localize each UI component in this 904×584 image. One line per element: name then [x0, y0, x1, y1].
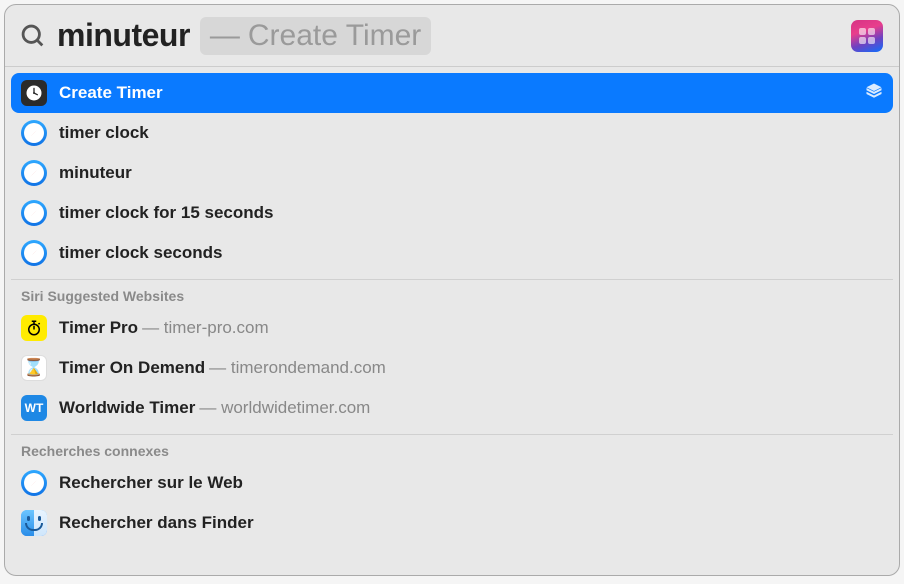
search-icon: [19, 22, 47, 50]
result-safari-suggestion[interactable]: minuteur: [11, 153, 893, 193]
safari-icon: [21, 240, 47, 266]
section-heading-siri: Siri Suggested Websites: [11, 279, 893, 308]
result-url: — timer-pro.com: [142, 318, 269, 338]
search-completion-text: Create Timer: [248, 19, 421, 53]
finder-icon: [21, 510, 47, 536]
result-title: Timer On Demend: [59, 358, 205, 378]
results-list: Create Timer timer clock minuteur: [5, 67, 899, 575]
result-website[interactable]: WT Worldwide Timer — worldwidetimer.com: [11, 388, 893, 428]
result-safari-suggestion[interactable]: timer clock: [11, 113, 893, 153]
result-website[interactable]: ⌛ Timer On Demend — timerondemand.com: [11, 348, 893, 388]
result-title: timer clock: [59, 123, 149, 143]
result-url: — worldwidetimer.com: [199, 398, 370, 418]
result-title: Rechercher dans Finder: [59, 513, 254, 533]
shortcuts-app-icon: [851, 20, 883, 52]
result-search-web[interactable]: Rechercher sur le Web: [11, 463, 893, 503]
result-top-hit[interactable]: Create Timer: [11, 73, 893, 113]
safari-icon: [21, 160, 47, 186]
safari-icon: [21, 200, 47, 226]
dash-separator: —: [210, 19, 240, 53]
result-safari-suggestion[interactable]: timer clock seconds: [11, 233, 893, 273]
result-title: timer clock seconds: [59, 243, 222, 263]
result-title: Worldwide Timer: [59, 398, 195, 418]
search-completion-pill: — Create Timer: [200, 17, 431, 55]
wt-icon: WT: [21, 395, 47, 421]
result-url: — timerondemand.com: [209, 358, 386, 378]
result-website[interactable]: Timer Pro — timer-pro.com: [11, 308, 893, 348]
spotlight-window: minuteur — Create Timer Create Timer: [4, 4, 900, 576]
clock-icon: [21, 80, 47, 106]
result-title: timer clock for 15 seconds: [59, 203, 273, 223]
stopwatch-icon: [21, 315, 47, 341]
result-search-finder[interactable]: Rechercher dans Finder: [11, 503, 893, 543]
hourglass-icon: ⌛: [21, 355, 47, 381]
safari-icon: [21, 470, 47, 496]
layers-icon: [865, 82, 883, 105]
safari-icon: [21, 120, 47, 146]
result-safari-suggestion[interactable]: timer clock for 15 seconds: [11, 193, 893, 233]
search-bar[interactable]: minuteur — Create Timer: [5, 5, 899, 67]
result-title: Rechercher sur le Web: [59, 473, 243, 493]
result-title: minuteur: [59, 163, 132, 183]
search-query-text: minuteur: [57, 17, 190, 54]
section-heading-related: Recherches connexes: [11, 434, 893, 463]
result-title: Timer Pro: [59, 318, 138, 338]
safari-suggestions-group: timer clock minuteur timer clock for 15 …: [11, 113, 893, 273]
result-title: Create Timer: [59, 83, 163, 103]
